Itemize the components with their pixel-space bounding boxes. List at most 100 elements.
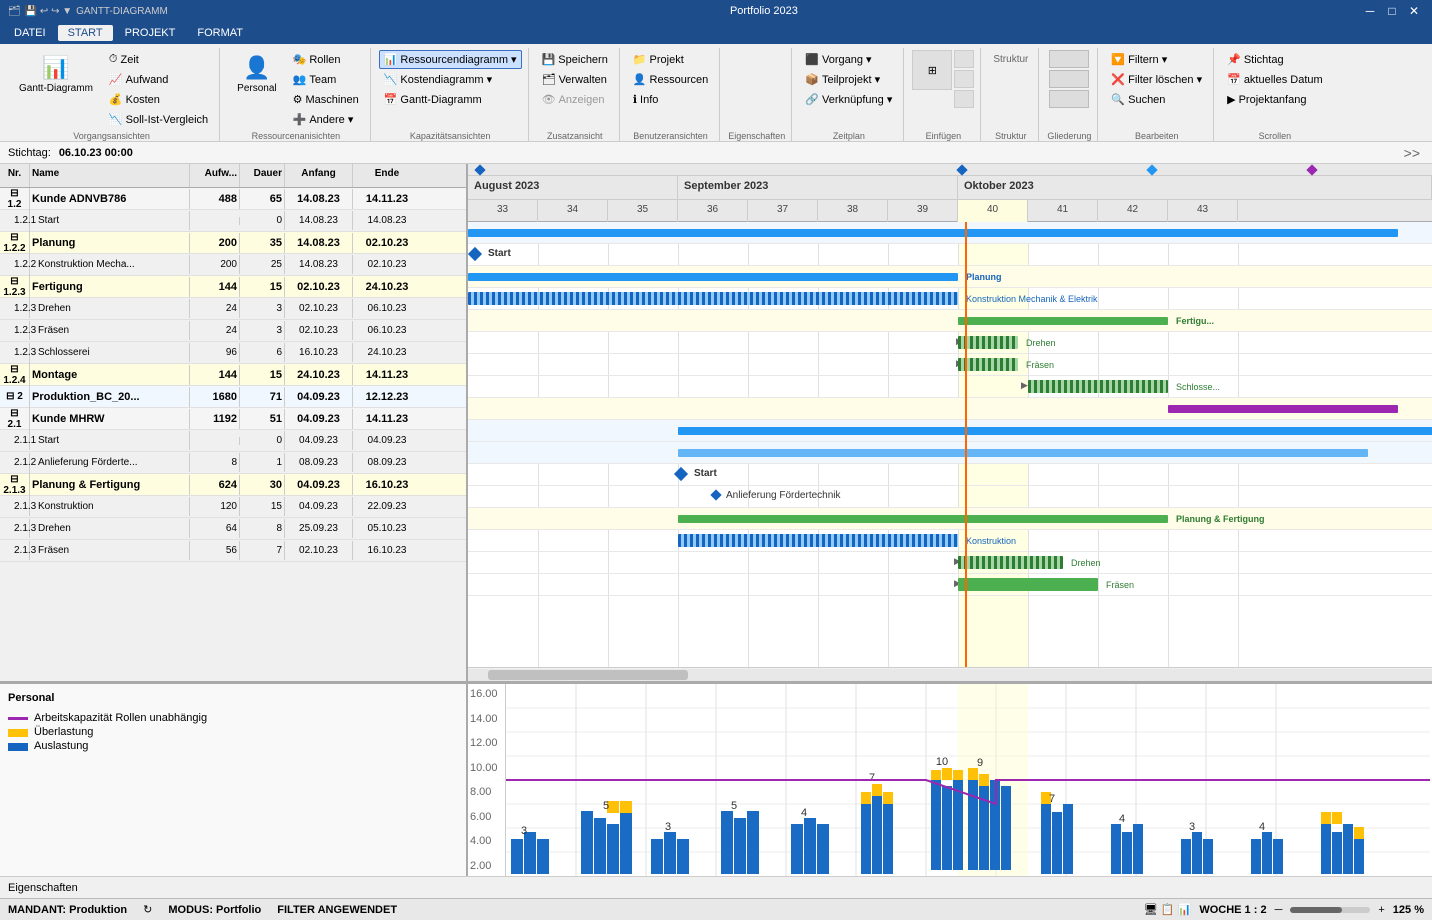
menu-projekt[interactable]: PROJEKT: [115, 25, 186, 41]
gantt-row-12: Anlieferung Fördertechnik: [468, 486, 1432, 508]
table-row[interactable]: ⊟ 2.1.3 Planung & Fertigung 624 30 04.09…: [0, 474, 466, 496]
stichtag-bar: Stichtag: 06.10.23 00:00 >>: [0, 142, 1432, 164]
suchen-button[interactable]: 🔍 Suchen: [1106, 90, 1207, 109]
kosten-button[interactable]: 💰 Kosten: [104, 90, 213, 109]
table-row[interactable]: 2.1.3 Konstruktion 120 15 04.09.23 22.09…: [0, 496, 466, 518]
andere-button[interactable]: ➕ Andere ▾: [288, 110, 364, 129]
ribbon-group-kapazitat: 📊 Ressourcendiagramm ▾ 📉 Kostendiagramm …: [373, 48, 529, 141]
maschinen-button[interactable]: ⚙ Maschinen: [288, 90, 364, 109]
status-bar: MANDANT: Produktion ↻ MODUS: Portfolio F…: [0, 898, 1432, 920]
svg-text:4: 4: [801, 807, 807, 819]
table-row[interactable]: ⊟ 1.2.3 Fertigung 144 15 02.10.23 24.10.…: [0, 276, 466, 298]
projektanfang-button[interactable]: ▶ Projektanfang: [1222, 90, 1328, 109]
row-anfang: 25.09.23: [285, 519, 353, 538]
row-name: Montage: [30, 365, 190, 385]
ressourcen-button[interactable]: 👤 Ressourcen: [628, 70, 713, 89]
anzeigen-button[interactable]: 👁 Anzeigen: [537, 90, 613, 109]
table-row[interactable]: 1.2.3 Schlosserei 96 6 16.10.23 24.10.23: [0, 342, 466, 364]
col-header-ende: Ende: [353, 164, 421, 187]
kostendiagramm-button[interactable]: 📉 Kostendiagramm ▾: [379, 70, 522, 89]
einfugen-1[interactable]: [954, 50, 974, 68]
teilprojekt-button[interactable]: 📦 Teilprojekt ▾: [800, 70, 897, 89]
group-label-11: Bearbeiten: [1135, 131, 1179, 141]
table-row[interactable]: ⊟ 2.1 Kunde MHRW 1192 51 04.09.23 14.11.…: [0, 408, 466, 430]
teilprojekt-icon: 📦: [805, 73, 819, 86]
sollIst-button[interactable]: 📉 Soll-Ist-Vergleich: [104, 110, 213, 129]
gliederung-3[interactable]: [1049, 90, 1089, 108]
svg-text:3: 3: [1189, 821, 1195, 833]
table-row[interactable]: 2.1.3 Drehen 64 8 25.09.23 05.10.23: [0, 518, 466, 540]
row-anfang: 02.10.23: [285, 321, 353, 340]
table-row[interactable]: ⊟ 1.2 Kunde ADNVB786 488 65 14.08.23 14.…: [0, 188, 466, 210]
einfugen-3[interactable]: [954, 90, 974, 108]
personal-button[interactable]: 👤 Personal: [228, 50, 285, 99]
svg-text:7: 7: [869, 772, 875, 784]
einfugen-grid[interactable]: ⊞: [912, 50, 952, 90]
vorgang-button[interactable]: ⬛ Vorgang ▾: [800, 50, 897, 69]
rollen-icon: 🎭: [293, 53, 307, 66]
stichtag-scroll-button[interactable]: 📌 Stichtag: [1222, 50, 1328, 69]
resource-left: Personal Arbeitskapazität Rollen unabhän…: [0, 684, 468, 876]
speichern-button[interactable]: 💾 Speichern: [537, 50, 613, 69]
aufwand-button[interactable]: 📈 Aufwand: [104, 70, 213, 89]
einfugen-2[interactable]: [954, 70, 974, 88]
ribbon-col-12: 📌 Stichtag 📅 aktuelles Datum ▶ Projektan…: [1222, 50, 1328, 109]
gantt-small-button[interactable]: 📅 Gantt-Diagramm: [379, 90, 522, 109]
title-bar-left: 🗂 💾 ↩ ↪ ▼ GANTT-DIAGRAMM: [8, 6, 168, 17]
row-auf: 624: [190, 475, 240, 495]
legend-label-1: Arbeitskapazität Rollen unabhängig: [34, 712, 207, 724]
row-nr: ⊟ 1.2.4: [0, 360, 30, 390]
table-row[interactable]: ⊟ 2 Produktion_BC_20... 1680 71 04.09.23…: [0, 386, 466, 408]
scrollbar-thumb[interactable]: [488, 670, 688, 680]
filtern-button[interactable]: 🔽 Filtern ▾: [1106, 50, 1207, 69]
task-table: Nr. Name Aufw... Dauer Anfang Ende ⊟ 1.2…: [0, 164, 468, 681]
aktuelles-datum-button[interactable]: 📅 aktuelles Datum: [1222, 70, 1328, 89]
table-row[interactable]: 1.2.1 Start 0 14.08.23 14.08.23: [0, 210, 466, 232]
team-icon: 👥: [293, 73, 307, 86]
row-ende: 08.09.23: [353, 453, 421, 472]
projekt-button[interactable]: 📁 Projekt: [628, 50, 713, 69]
stichtag-label: Stichtag:: [8, 147, 51, 159]
row-anfang: 02.10.23: [285, 541, 353, 560]
rollen-button[interactable]: 🎭 Rollen: [288, 50, 364, 69]
zeit-button[interactable]: ⏱ Zeit: [104, 50, 213, 69]
table-row[interactable]: 2.1.3 Fräsen 56 7 02.10.23 16.10.23: [0, 540, 466, 562]
bar-frasen: [958, 358, 1018, 371]
minimize-button[interactable]: ─: [1360, 2, 1380, 20]
verknupfung-button[interactable]: 🔗 Verknüpfung ▾: [800, 90, 897, 109]
table-row[interactable]: ⊟ 1.2.2 Planung 200 35 14.08.23 02.10.23: [0, 232, 466, 254]
menu-format[interactable]: FORMAT: [187, 25, 253, 41]
nav-arrow-right[interactable]: >>: [1400, 145, 1424, 161]
table-row[interactable]: 1.2.3 Fräsen 24 3 02.10.23 06.10.23: [0, 320, 466, 342]
scroll-area[interactable]: [468, 667, 1432, 681]
verwalten-button[interactable]: 🗂 Verwalten: [537, 70, 613, 89]
filter-loschen-button[interactable]: ❌ Filter löschen ▾: [1106, 70, 1207, 89]
maximize-button[interactable]: □: [1382, 2, 1402, 20]
gantt-months: August 2023 September 2023 Oktober 2023: [468, 176, 1432, 200]
menu-start[interactable]: START: [58, 25, 113, 41]
team-button[interactable]: 👥 Team: [288, 70, 364, 89]
zoom-plus-button[interactable]: +: [1378, 904, 1384, 916]
close-button[interactable]: ✕: [1404, 2, 1424, 20]
milestone-start-mhrw: [674, 467, 688, 481]
table-row[interactable]: 2.1.2 Anlieferung Förderte... 8 1 08.09.…: [0, 452, 466, 474]
gliederung-2[interactable]: [1049, 70, 1089, 88]
row-auf: 1192: [190, 409, 240, 429]
table-row[interactable]: 1.2.3 Drehen 24 3 02.10.23 06.10.23: [0, 298, 466, 320]
info-button[interactable]: ℹ Info: [628, 90, 713, 109]
refresh-icon[interactable]: ↻: [143, 903, 152, 916]
ribbon-col-11: 🔽 Filtern ▾ ❌ Filter löschen ▾ 🔍 Suchen: [1106, 50, 1207, 109]
row-auf: 200: [190, 233, 240, 253]
ribbon-group-gliederung: Gliederung: [1041, 48, 1098, 141]
table-row[interactable]: 1.2.2 Konstruktion Mecha... 200 25 14.08…: [0, 254, 466, 276]
ressourcen-icon: 👤: [633, 73, 647, 86]
menu-datei[interactable]: DATEI: [4, 25, 56, 41]
gliederung-1[interactable]: [1049, 50, 1089, 68]
zoom-minus-button[interactable]: ─: [1275, 904, 1283, 916]
ressourcendiagramm-button[interactable]: 📊 Ressourcendiagramm ▾: [379, 50, 522, 69]
row-anfang: 24.10.23: [285, 365, 353, 385]
table-row[interactable]: 2.1.1 Start 0 04.09.23 04.09.23: [0, 430, 466, 452]
row-ende: 22.09.23: [353, 497, 421, 516]
gantt-diagramm-button[interactable]: 📊 Gantt-Diagramm: [10, 50, 102, 99]
table-row[interactable]: ⊟ 1.2.4 Montage 144 15 24.10.23 14.11.23: [0, 364, 466, 386]
